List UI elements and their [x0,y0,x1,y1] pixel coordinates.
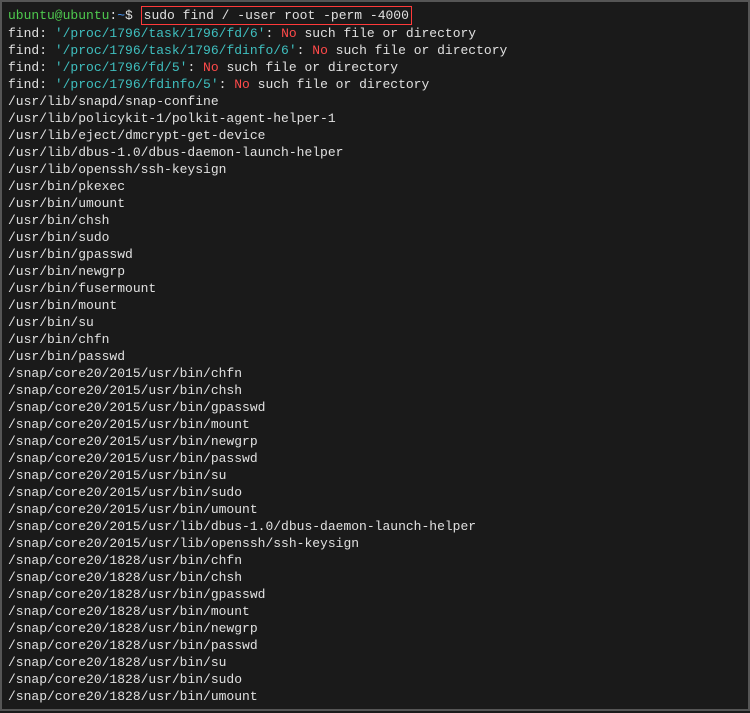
result-line: /usr/bin/chfn [8,331,742,348]
result-line: /usr/lib/policykit-1/polkit-agent-helper… [8,110,742,127]
result-line: /snap/core20/2015/usr/bin/mount [8,416,742,433]
error-path: '/proc/1796/fd/5' [55,60,188,75]
prompt-sep2: $ [125,8,141,23]
error-path: '/proc/1796/task/1796/fd/6' [55,26,266,41]
result-line: /snap/core20/2015/usr/bin/umount [8,501,742,518]
result-line: /snap/core20/2015/usr/bin/newgrp [8,433,742,450]
error-no: No [234,77,250,92]
result-line: /snap/core20/1828/usr/bin/umount [8,688,742,705]
result-line: /snap/core20/2015/usr/bin/gpasswd [8,399,742,416]
result-line: /snap/core20/1828/usr/bin/gpasswd [8,586,742,603]
error-prefix: find: [8,77,55,92]
error-no: No [312,43,328,58]
result-line: /snap/core20/2015/usr/bin/passwd [8,450,742,467]
error-prefix: find: [8,43,55,58]
result-line: /snap/core20/1828/usr/bin/chsh [8,569,742,586]
command-text: sudo find / -user root -perm -4000 [144,8,409,23]
result-line: /snap/core20/2015/usr/lib/openssh/ssh-ke… [8,535,742,552]
result-line: /usr/bin/mount [8,297,742,314]
terminal-window[interactable]: ubuntu@ubuntu: ~$ sudo find / -user root … [0,0,750,711]
result-line: /snap/core20/2015/usr/bin/su [8,467,742,484]
error-output: find: '/proc/1796/task/1796/fd/6': No su… [8,25,742,93]
error-mid: : [187,60,203,75]
prompt-user: ubuntu@ubuntu [8,8,109,23]
error-line: find: '/proc/1796/task/1796/fd/6': No su… [8,25,742,42]
error-post: such file or directory [297,26,476,41]
result-line: /usr/bin/chsh [8,212,742,229]
result-line: /usr/bin/fusermount [8,280,742,297]
result-line: /usr/bin/passwd [8,348,742,365]
result-line: /usr/bin/gpasswd [8,246,742,263]
result-line: /usr/lib/dbus-1.0/dbus-daemon-launch-hel… [8,144,742,161]
error-post: such file or directory [250,77,429,92]
result-line: /snap/core20/1828/usr/bin/su [8,654,742,671]
error-line: find: '/proc/1796/task/1796/fdinfo/6': N… [8,42,742,59]
prompt-path: ~ [117,8,125,23]
result-line: /usr/bin/su [8,314,742,331]
result-line: /usr/bin/sudo [8,229,742,246]
error-mid: : [219,77,235,92]
result-line: /snap/core20/1828/usr/bin/sudo [8,671,742,688]
result-line: /usr/lib/snapd/snap-confine [8,93,742,110]
result-output: /usr/lib/snapd/snap-confine/usr/lib/poli… [8,93,742,705]
error-prefix: find: [8,60,55,75]
result-line: /snap/core20/2015/usr/bin/sudo [8,484,742,501]
command-highlight-box: sudo find / -user root -perm -4000 [141,6,412,25]
error-mid: : [297,43,313,58]
error-no: No [203,60,219,75]
result-line: /snap/core20/2015/usr/bin/chsh [8,382,742,399]
error-post: such file or directory [219,60,398,75]
command-line: ubuntu@ubuntu:~$ sudo find / -user root … [8,6,742,25]
result-line: /snap/core20/1828/usr/bin/chfn [8,552,742,569]
result-line: /snap/core20/1828/usr/bin/passwd [8,637,742,654]
error-no: No [281,26,297,41]
error-line: find: '/proc/1796/fd/5': No such file or… [8,59,742,76]
error-line: find: '/proc/1796/fdinfo/5': No such fil… [8,76,742,93]
result-line: /usr/bin/pkexec [8,178,742,195]
error-mid: : [265,26,281,41]
error-path: '/proc/1796/fdinfo/5' [55,77,219,92]
error-prefix: find: [8,26,55,41]
result-line: /usr/lib/openssh/ssh-keysign [8,161,742,178]
result-line: /snap/core20/2015/usr/lib/dbus-1.0/dbus-… [8,518,742,535]
result-line: /snap/core20/1828/usr/bin/newgrp [8,620,742,637]
error-path: '/proc/1796/task/1796/fdinfo/6' [55,43,297,58]
result-line: /usr/lib/eject/dmcrypt-get-device [8,127,742,144]
result-line: /snap/core20/2015/usr/bin/chfn [8,365,742,382]
result-line: /usr/bin/umount [8,195,742,212]
result-line: /usr/bin/newgrp [8,263,742,280]
result-line: /snap/core20/1828/usr/bin/mount [8,603,742,620]
error-post: such file or directory [328,43,507,58]
